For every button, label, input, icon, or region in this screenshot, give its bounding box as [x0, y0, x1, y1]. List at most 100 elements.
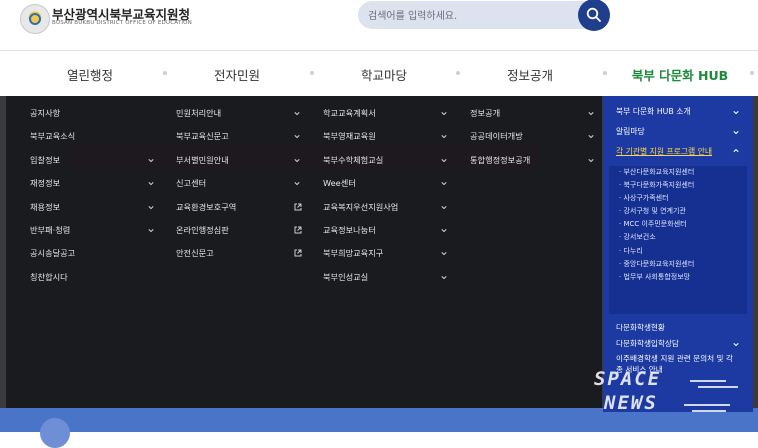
menu-item[interactable]: 입찰정보 ⌄: [30, 149, 156, 172]
gnb-school-yard[interactable]: 학교마당: [361, 65, 407, 84]
menu-item[interactable]: 부서별민원안내 ⌄: [176, 149, 302, 172]
menu-item-label: 북부인성교실: [323, 271, 369, 282]
hub-submenu-list: · 부산다문화교육지원센터 · 북구다문화가족지원센터 · 사상구가족센터 · 강서구…: [609, 166, 747, 314]
menu-column-school-yard: 학교교육계획서 ⌄ 북부영재교육원 ⌄ 북부수학체험교실 ⌄ Wee센터 ⌄ 교육복지우선지원사…: [323, 102, 449, 289]
hub-menu-item[interactable]: 북부 다문화 HUB 소개 ⌄: [603, 102, 753, 122]
watermark-stroke: [692, 410, 726, 412]
hub-menu-item-label: 다문화학생현황: [616, 323, 665, 332]
search-input[interactable]: [366, 3, 575, 29]
menu-column-e-civil: 민원처리안내 ⌄ 북부교육신문고 ⌄ 부서별민원안내 ⌄ 신고센터 ⌄ 교육환경보호구역온라인행…: [176, 102, 302, 266]
menu-item-label: 교육정보나눔터: [323, 224, 376, 235]
menu-item[interactable]: 칭찬합시다: [30, 266, 156, 289]
hub-menu-item[interactable]: 알림마당 ⌄: [603, 122, 753, 142]
menu-item[interactable]: 정보공개 ⌄: [470, 102, 596, 125]
hub-submenu-item[interactable]: · 법무부 사회통합정보망: [609, 271, 747, 284]
site-header: 부산광역시북부교육지원청 BUSAN BUKBU DISTRICT OFFICE…: [0, 0, 758, 50]
menu-item-label: 공공데이터개방: [470, 131, 523, 142]
menu-item-label: 입찰정보: [30, 154, 61, 165]
menu-item-label: 민원처리안내: [176, 108, 222, 118]
menu-item[interactable]: 북부교육신문고 ⌄: [176, 125, 302, 148]
chevron-down-icon: ⌄: [438, 220, 449, 235]
gnb-e-civil[interactable]: 전자민원: [214, 65, 260, 84]
watermark-stroke: [690, 380, 726, 382]
menu-item[interactable]: 북부교육소식: [30, 125, 156, 148]
menu-item[interactable]: 북부수학체험교실 ⌄: [323, 149, 449, 172]
menu-item[interactable]: 교육복지우선지원사업 ⌄: [323, 196, 449, 219]
menu-column-open-administration: 공지사항 북부교육소식 입찰정보 ⌄ 재정정보 ⌄ 채용정보 ⌄ 반부패·청렴 ⌄ 공시송달공고 칭찬…: [30, 102, 156, 289]
search-box: [358, 1, 608, 29]
menu-item-label: 북부희망교육지구: [323, 248, 384, 259]
menu-item-label: 온라인행정심판: [176, 224, 229, 235]
menu-item[interactable]: 통합행정정보공개 ⌄: [470, 149, 596, 172]
hub-menu-panel: 북부 다문화 HUB 소개 ⌄ 알림마당 ⌄ 각 기관별 지원 프로그램 안내 ⌃ · 부…: [603, 96, 753, 412]
org-logo-icon[interactable]: [20, 4, 50, 34]
external-link-icon: [294, 196, 302, 221]
chevron-down-icon: ⌄: [438, 174, 449, 189]
menu-item-label: 부서별민원안내: [176, 154, 229, 165]
menu-item[interactable]: 안전신문고: [176, 242, 302, 265]
chevron-down-icon: ⌄: [730, 103, 741, 117]
menu-item-label: 안전신문고: [176, 248, 214, 259]
menu-item-label: 북부수학체험교실: [323, 154, 384, 165]
search-button[interactable]: [578, 0, 610, 31]
external-link-icon: [294, 242, 302, 267]
chevron-down-icon: ⌄: [585, 150, 596, 165]
menu-item-label: 교육환경보호구역: [176, 201, 237, 212]
chevron-down-icon: ⌄: [438, 244, 449, 259]
watermark-line1: SPACE: [594, 368, 662, 390]
menu-item-label: 칭찬합시다: [30, 271, 68, 282]
menu-item[interactable]: 공공데이터개방 ⌄: [470, 125, 596, 148]
hub-menu-item-label: 알림마당: [616, 127, 645, 136]
hub-submenu-item[interactable]: · 강서보건소: [609, 231, 747, 244]
chevron-down-icon: ⌄: [585, 127, 596, 142]
menu-item[interactable]: 공지사항: [30, 102, 156, 125]
gnb-open-administration[interactable]: 열린행정: [67, 65, 113, 84]
menu-item[interactable]: 북부영재교육원 ⌄: [323, 125, 449, 148]
gnb-multicultural-hub[interactable]: 북부 다문화 HUB: [632, 65, 728, 84]
menu-item[interactable]: Wee센터 ⌄: [323, 172, 449, 195]
hub-submenu-item[interactable]: · 사상구가족센터: [609, 192, 747, 205]
chevron-down-icon: ⌄: [730, 123, 741, 137]
menu-item-label: 북부교육신문고: [176, 131, 229, 142]
menu-item-label: 공지사항: [30, 108, 61, 118]
chevron-down-icon: ⌄: [438, 127, 449, 142]
hub-submenu-item[interactable]: · 다누리: [609, 245, 747, 258]
menu-item[interactable]: 공시송달공고: [30, 242, 156, 265]
hub-submenu-item[interactable]: · 중앙다문화교육지원센터: [609, 258, 747, 271]
menu-item[interactable]: 교육환경보호구역: [176, 196, 302, 219]
hub-menu-item[interactable]: 다문화학생입학상담 ⌄: [603, 336, 753, 352]
menu-item[interactable]: 민원처리안내 ⌄: [176, 102, 302, 125]
chevron-down-icon: ⌄: [145, 220, 156, 235]
chevron-down-icon: ⌄: [438, 150, 449, 165]
hub-submenu-item[interactable]: · 부산다문화교육지원센터: [609, 166, 747, 179]
menu-item[interactable]: 온라인행정심판: [176, 219, 302, 242]
gnb-separator-dot: [456, 71, 460, 75]
menu-item[interactable]: 교육정보나눔터 ⌄: [323, 219, 449, 242]
menu-item-label: 채용정보: [30, 201, 61, 212]
chevron-down-icon: ⌄: [145, 150, 156, 165]
menu-item-label: 통합행정정보공개: [470, 154, 531, 165]
global-nav: 열린행정 전자민원 학교마당 정보공개 북부 다문화 HUB: [0, 51, 758, 96]
gnb-separator-dot: [310, 71, 314, 75]
menu-item[interactable]: 북부희망교육지구 ⌄: [323, 242, 449, 265]
gnb-info-disclosure[interactable]: 정보공개: [507, 65, 553, 84]
menu-item[interactable]: 재정정보 ⌄: [30, 172, 156, 195]
menu-item-label: Wee센터: [323, 178, 356, 189]
space-news-watermark: SPACE NEWS: [594, 366, 744, 420]
menu-item[interactable]: 학교교육계획서 ⌄: [323, 102, 449, 125]
hub-submenu-item[interactable]: · MCC 이주민문화센터: [609, 218, 747, 231]
hub-menu-item[interactable]: 각 기관별 지원 프로그램 안내 ⌃: [603, 142, 753, 162]
menu-item[interactable]: 신고센터 ⌄: [176, 172, 302, 195]
hub-menu-item-label: 북부 다문화 HUB 소개: [616, 107, 691, 116]
watermark-stroke: [698, 386, 738, 388]
hub-submenu-item[interactable]: · 강서구청 및 연계기관: [609, 205, 747, 218]
chevron-down-icon: ⌄: [145, 197, 156, 212]
hub-submenu-item[interactable]: · 북구다문화가족지원센터: [609, 179, 747, 192]
menu-item[interactable]: 반부패·청렴 ⌄: [30, 219, 156, 242]
menu-item[interactable]: 채용정보 ⌄: [30, 196, 156, 219]
mega-menu: 공지사항 북부교육소식 입찰정보 ⌄ 재정정보 ⌄ 채용정보 ⌄ 반부패·청렴 ⌄ 공시송달공고 칭찬…: [6, 96, 602, 408]
chevron-down-icon: ⌄: [145, 174, 156, 189]
menu-item[interactable]: 북부인성교실 ⌄: [323, 266, 449, 289]
chevron-down-icon: ⌄: [438, 267, 449, 282]
hub-menu-item[interactable]: 다문화학생현황: [603, 320, 753, 336]
